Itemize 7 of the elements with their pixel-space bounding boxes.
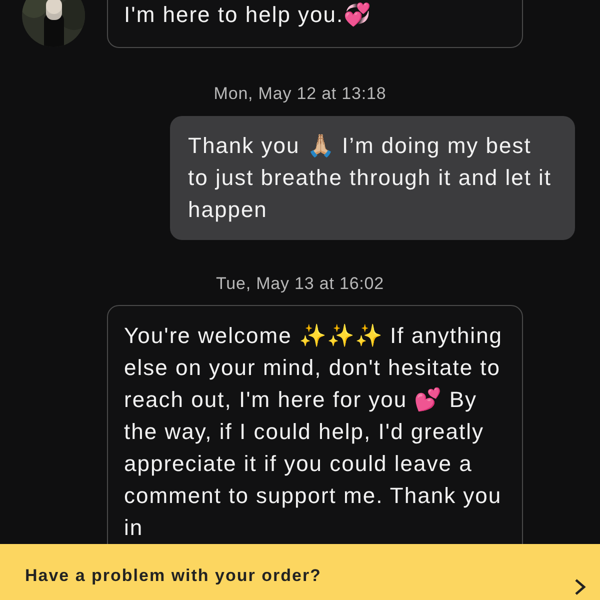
order-problem-banner[interactable]: Have a problem with your order? bbox=[0, 544, 600, 600]
banner-title: Have a problem with your order? bbox=[25, 566, 322, 586]
message-bubble: Thank you 🙏🏼 I’m doing my best to just breathe through it and let it happen bbox=[170, 116, 575, 240]
message-timestamp: Mon, May 12 at 13:18 bbox=[212, 83, 388, 105]
chevron-right-icon bbox=[574, 578, 586, 596]
message-bubble: I'm here to help you.💞 bbox=[107, 0, 523, 48]
message-timestamp: Tue, May 13 at 16:02 bbox=[214, 273, 386, 295]
